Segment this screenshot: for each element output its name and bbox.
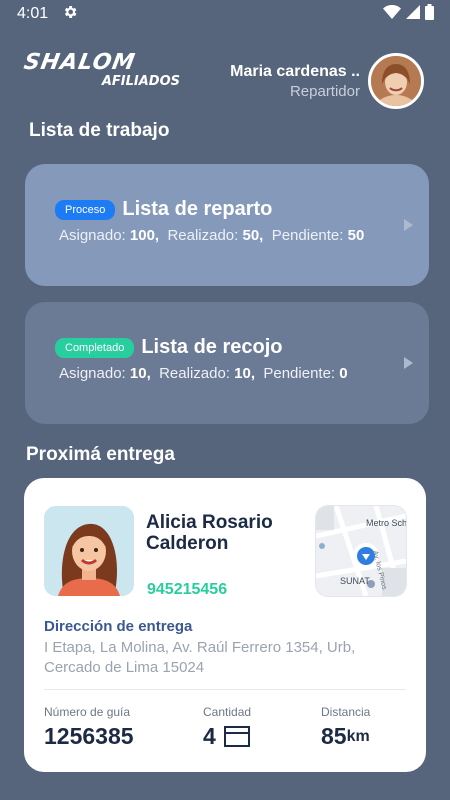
wifi-icon: [383, 4, 401, 24]
user-avatar[interactable]: [368, 53, 424, 109]
client-name: Alicia Rosario Calderon: [146, 512, 273, 554]
client-phone[interactable]: 945215456: [147, 581, 227, 599]
map-label-sunat: SUNAT: [340, 576, 370, 586]
gear-icon: [62, 4, 78, 25]
shalom-logo: SHALOM AFILIADOS: [21, 50, 184, 90]
user-name: Maria cardenas ..: [230, 63, 360, 80]
user-info[interactable]: Maria cardenas .. Repartidor: [230, 62, 360, 102]
pickup-list-card[interactable]: Completado Lista de recojo Asignado: 10,…: [25, 302, 429, 424]
chevron-right-icon: [404, 219, 413, 231]
quantity-label: Cantidad: [203, 705, 252, 719]
pending-value: 50: [347, 227, 365, 244]
card-stats: Asignado: 100, Realizado: 50, Pendiente:…: [59, 227, 429, 244]
pending-label: Pendiente:: [271, 227, 344, 244]
quantity: Cantidad 4: [203, 705, 251, 750]
distance-value: 85: [321, 723, 347, 749]
client-photo: [44, 506, 134, 596]
card-title: Lista de recojo: [141, 336, 283, 358]
app-header: SHALOM AFILIADOS Maria cardenas .. Repar…: [0, 28, 450, 114]
signal-icon: [406, 4, 420, 24]
address-text: I Etapa, La Molina, Av. Raúl Ferrero 135…: [44, 639, 356, 676]
done-label: Realizado:: [167, 227, 239, 244]
distance-label: Distancia: [321, 705, 371, 719]
user-role: Repartidor: [289, 83, 360, 100]
distance: Distancia 85 km: [321, 705, 370, 750]
distance-unit: km: [346, 727, 370, 745]
battery-icon: [425, 3, 434, 25]
pending-value: 0: [339, 365, 348, 382]
logo-brand: SHALOM: [21, 50, 138, 75]
divider: [44, 689, 406, 690]
chevron-right-icon: [404, 357, 413, 369]
guide-value: 1256385: [44, 723, 134, 749]
location-map[interactable]: Metro Sch Av. los Pinos SUNAT: [316, 506, 406, 596]
guide-number: Número de guía 1256385: [44, 705, 134, 750]
work-list-title: Lista de trabajo: [29, 120, 170, 141]
card-stats: Asignado: 10, Realizado: 10, Pendiente: …: [59, 365, 429, 382]
assigned-label: Asignado:: [59, 365, 126, 382]
address-label: Dirección de entrega: [44, 618, 193, 635]
pending-label: Pendiente:: [263, 365, 336, 382]
guide-label: Número de guía: [44, 705, 131, 719]
assigned-value: 10,: [129, 365, 151, 382]
card-title: Lista de reparto: [122, 198, 273, 220]
delivery-list-card[interactable]: Proceso Lista de reparto Asignado: 100, …: [25, 164, 429, 286]
next-delivery-card[interactable]: Alicia Rosario Calderon 945215456 Metro …: [24, 478, 426, 772]
status-badge: Proceso: [55, 199, 116, 220]
package-icon: [223, 726, 250, 747]
assigned-value: 100,: [129, 227, 160, 244]
quantity-value: 4: [203, 723, 216, 749]
assigned-label: Asignado:: [59, 227, 126, 244]
map-label-metro: Metro Sch: [366, 518, 406, 528]
status-time: 4:01: [17, 5, 49, 22]
done-label: Realizado:: [159, 365, 230, 382]
done-value: 10,: [234, 365, 256, 382]
next-delivery-title: Proximá entrega: [26, 444, 175, 465]
logo-subtitle: AFILIADOS: [101, 74, 180, 89]
status-badge: Completado: [55, 337, 135, 358]
status-bar: 4:01: [0, 0, 450, 28]
done-value: 50,: [242, 227, 264, 244]
